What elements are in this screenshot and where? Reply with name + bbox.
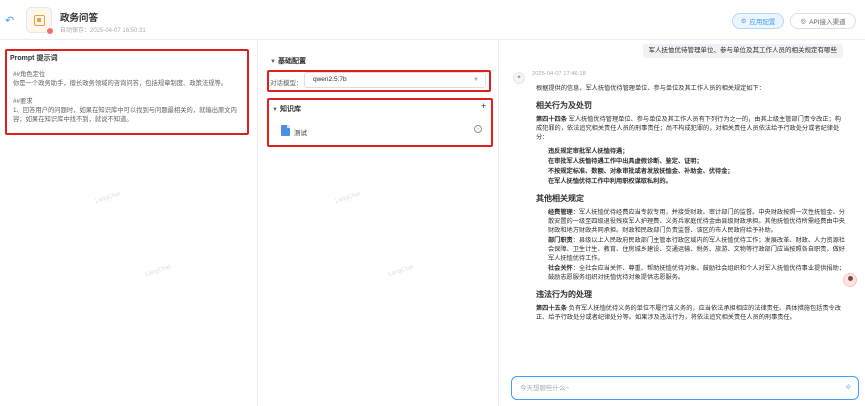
app-title: 政务问答 [60, 13, 99, 24]
config-panel [258, 40, 499, 406]
chat-input-box[interactable]: ✧ [511, 376, 859, 400]
add-knowledge-icon[interactable]: + [481, 101, 486, 111]
apply-config-button[interactable]: ⚙ 应用配置 [732, 13, 784, 29]
settings-icon: ⚙ [740, 18, 747, 25]
knowledge-item[interactable]: 测试 − [276, 121, 486, 141]
list-item: 部门职责：县级以上人民政府民政部门主管本行政区域内的军人抚恤优待工作；发展改革、… [548, 237, 845, 262]
list-item: 不按规定标准、数额、对象审批或者发放抚恤金、补助金、优待金； [548, 168, 734, 175]
knowledge-item-name: 测试 [294, 130, 307, 137]
prompt-title: Prompt 提示词 [10, 55, 58, 62]
assistant-avatar[interactable] [843, 273, 857, 287]
basic-config-header[interactable]: ▼ 基础配置 [270, 56, 306, 66]
api-channel-button[interactable]: ◎ API接入渠道 [790, 13, 856, 29]
chevron-down-icon: ▼ [272, 107, 278, 113]
api-icon: ◎ [800, 18, 807, 25]
model-select[interactable]: qwen2.5:7b ▼ [304, 72, 486, 88]
reply-heading: 相关行为及处罚 [536, 101, 592, 110]
autosave-time: 自动保存：2025-04-07 16:50:31 [60, 28, 146, 34]
remove-icon[interactable]: − [474, 125, 482, 133]
sparkle-send-icon[interactable]: ✧ [844, 382, 852, 393]
document-icon [281, 125, 290, 136]
knowledge-base-header[interactable]: ▼ 知识库 [272, 104, 301, 114]
chat-input[interactable] [520, 382, 820, 394]
bot-message-time: 2025-04-07 17:46:18 [532, 71, 586, 77]
chevron-down-icon: ▼ [473, 77, 479, 83]
list-item: 社会关怀：全社会应当关怀、尊重、帮助抚恤优待对象。鼓励社会组织和个人对军人抚恤优… [548, 265, 845, 281]
list-item: 在审批军人抚恤待遇工作中出具虚假诊断、鉴定、证明； [548, 158, 703, 165]
reply-intro: 根据提供的信息，军人抚恤优待管理单位、参与单位及其工作人员的相关规定如下： [536, 85, 765, 92]
reply-paragraph: 第四十五条 负有军人抚恤优待义务的单位不履行该义务的，应当依法承担相应的法律责任… [536, 305, 841, 321]
prompt-textarea[interactable]: ##角色定位 你是一个政务助手，擅长政务领域的咨询问答，包括规章制度、政策法规等… [13, 70, 245, 124]
reply-heading: 违法行为的处理 [536, 290, 592, 299]
list-item: 违反规定审批军人抚恤待遇； [548, 148, 629, 155]
list-item: 在军人抚恤优待工作中利用职权谋取私利的。 [548, 178, 672, 185]
bot-message: 根据提供的信息，军人抚恤优待管理单位、参与单位及其工作人员的相关规定如下： 相关… [536, 84, 846, 327]
chevron-down-icon: ▼ [270, 59, 276, 65]
rule-list: 经费管理：军人抚恤优待经费应当专款专用，并接受财政、审计部门的监督。中央财政按照… [536, 208, 846, 282]
reply-paragraph: 第四十四条 军人抚恤优待管理单位、参与单位及其工作人员有下列行为之一的，由其上级… [536, 116, 841, 141]
back-arrow-icon[interactable]: ↶ [5, 15, 17, 27]
violation-list: 违反规定审批军人抚恤待遇； 在审批军人抚恤待遇工作中出具虚假诊断、鉴定、证明； … [536, 147, 846, 186]
user-message: 军人抚恤优待管理单位、参与单位及其工作人员的相关规定有哪些 [642, 44, 843, 58]
list-item: 经费管理：军人抚恤优待经费应当专款专用，并接受财政、审计部门的监督。中央财政按照… [548, 209, 845, 234]
bot-avatar-icon: ✦ [513, 72, 525, 84]
app-header: ↶ 政务问答 自动保存：2025-04-07 16:50:31 ⚙ 应用配置 ◎… [0, 0, 865, 40]
reply-heading: 其他相关规定 [536, 194, 584, 203]
model-label: 对话模型： [270, 80, 303, 87]
app-chip-icon [26, 7, 54, 35]
